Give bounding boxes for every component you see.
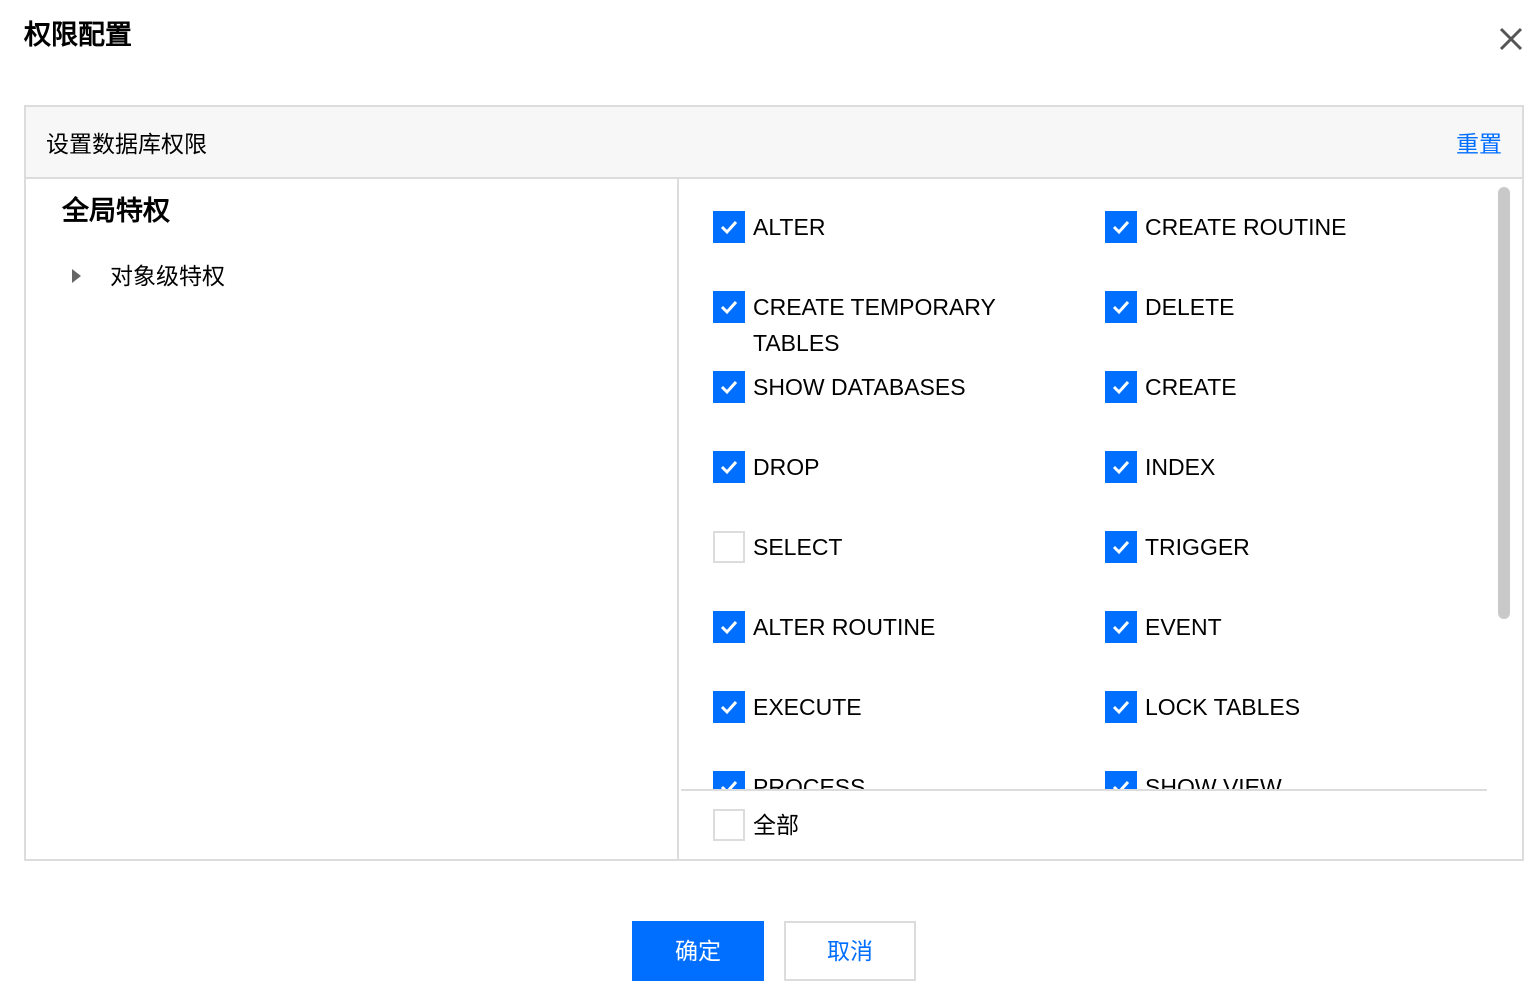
permission-panel: 设置数据库权限 重置 全局特权 对象级特权 ALTER CREATE ROUTIN… — [24, 105, 1524, 861]
permission-checkbox[interactable]: PROCESS — [713, 771, 1013, 791]
permission-list-pane: ALTER CREATE ROUTINE CREATE TEMPORARY TABL… — [681, 179, 1522, 859]
permission-checkbox[interactable]: CREATE TEMPORARY TABLES — [713, 291, 1013, 361]
permission-label: SHOW DATABASES — [753, 374, 966, 400]
permission-checkbox[interactable]: SHOW VIEW — [1105, 771, 1282, 791]
checkbox-box[interactable] — [1105, 611, 1137, 643]
checkbox-box[interactable] — [1105, 371, 1137, 403]
permission-label: CREATE ROUTINE — [1145, 214, 1347, 240]
permission-label: ALTER — [753, 214, 826, 240]
permission-checkbox[interactable]: DELETE — [1105, 291, 1234, 325]
checkbox-box[interactable] — [713, 691, 745, 723]
checkbox-box[interactable] — [713, 771, 745, 789]
caret-right-icon[interactable] — [72, 269, 81, 283]
select-all-label: 全部 — [753, 812, 799, 838]
select-all-checkbox[interactable]: 全部 — [713, 809, 799, 841]
permission-label: SELECT — [753, 534, 843, 560]
select-all-checkbox-box[interactable] — [713, 809, 745, 841]
checkbox-box[interactable] — [713, 611, 745, 643]
permission-checkbox[interactable]: SHOW DATABASES — [713, 371, 1013, 405]
close-icon[interactable] — [1496, 24, 1526, 54]
permission-checkbox[interactable]: ALTER ROUTINE — [713, 611, 1013, 645]
permission-label: EVENT — [1145, 614, 1222, 640]
checkbox-box[interactable] — [1105, 211, 1137, 243]
checkbox-box[interactable] — [713, 371, 745, 403]
permission-checkbox[interactable]: ALTER — [713, 211, 1013, 245]
permission-label: DROP — [753, 454, 820, 480]
cancel-button[interactable]: 取消 — [784, 921, 916, 981]
checkbox-box[interactable] — [713, 451, 745, 483]
checkbox-box[interactable] — [1105, 291, 1137, 323]
permission-checkbox[interactable]: SELECT — [713, 531, 1013, 565]
permission-checkbox[interactable]: CREATE — [1105, 371, 1237, 405]
permission-label: PROCESS — [753, 774, 866, 791]
tree-item-global-privileges[interactable]: 全局特权 — [62, 193, 170, 229]
permission-label: DELETE — [1145, 294, 1235, 320]
permission-checkbox[interactable]: EVENT — [1105, 611, 1222, 645]
reset-link[interactable]: 重置 — [1456, 129, 1502, 159]
permission-label: CREATE TEMPORARY TABLES — [753, 294, 996, 356]
checkbox-box[interactable] — [713, 531, 745, 563]
permission-label: ALTER ROUTINE — [753, 614, 936, 640]
permission-list: ALTER CREATE ROUTINE CREATE TEMPORARY TABL… — [681, 179, 1487, 791]
checkbox-box[interactable] — [1105, 691, 1137, 723]
panel-title: 设置数据库权限 — [46, 131, 207, 157]
permission-label: TRIGGER — [1145, 534, 1250, 560]
dialog-title: 权限配置 — [24, 20, 132, 50]
checkbox-box[interactable] — [713, 211, 745, 243]
confirm-button[interactable]: 确定 — [632, 921, 764, 981]
checkbox-box[interactable] — [1105, 531, 1137, 563]
checkbox-box[interactable] — [1105, 771, 1137, 789]
tree-item-object-privileges[interactable]: 对象级特权 — [72, 259, 225, 293]
permission-checkbox[interactable]: DROP — [713, 451, 1013, 485]
permission-checkbox[interactable]: TRIGGER — [1105, 531, 1250, 565]
permission-label: LOCK TABLES — [1145, 694, 1301, 720]
permission-checkbox[interactable]: CREATE ROUTINE — [1105, 211, 1346, 245]
scrollbar-thumb[interactable] — [1498, 187, 1510, 619]
checkbox-box[interactable] — [713, 291, 745, 323]
permission-checkbox[interactable]: INDEX — [1105, 451, 1215, 485]
tree-node-label: 对象级特权 — [110, 263, 225, 289]
panel-header: 设置数据库权限 重置 — [26, 107, 1522, 179]
permission-checkbox[interactable]: EXECUTE — [713, 691, 1013, 725]
permission-label: CREATE — [1145, 374, 1237, 400]
permission-label: SHOW VIEW — [1145, 774, 1282, 791]
permission-label: INDEX — [1145, 454, 1216, 480]
permission-checkbox[interactable]: LOCK TABLES — [1105, 691, 1300, 725]
privilege-tree: 全局特权 对象级特权 — [26, 179, 679, 859]
checkbox-box[interactable] — [1105, 451, 1137, 483]
permission-label: EXECUTE — [753, 694, 862, 720]
